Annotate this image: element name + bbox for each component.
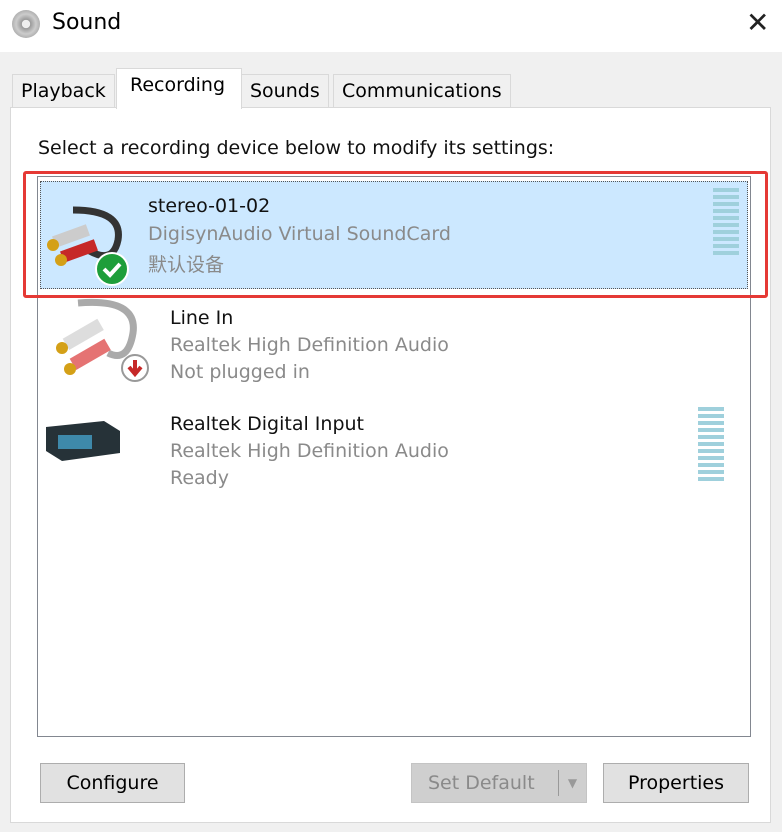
tab-playback[interactable]: Playback — [12, 74, 115, 108]
highlight-box — [23, 171, 768, 298]
tab-sounds[interactable]: Sounds — [241, 74, 329, 108]
chevron-down-icon[interactable]: ▼ — [558, 770, 586, 796]
device-name: Realtek Digital Input — [170, 413, 364, 435]
device-driver: Realtek High Definition Audio — [170, 440, 449, 462]
set-default-button[interactable]: Set Default ▼ — [411, 763, 587, 803]
speaker-icon — [12, 10, 40, 38]
device-status: Ready — [170, 467, 229, 489]
device-status: Not plugged in — [170, 361, 310, 383]
tab-communications[interactable]: Communications — [333, 74, 511, 108]
device-name: Line In — [170, 307, 234, 329]
device-driver: Realtek High Definition Audio — [170, 334, 449, 356]
device-item-line-in[interactable]: Line In Realtek High Definition Audio No… — [40, 289, 748, 397]
configure-button[interactable]: Configure — [40, 763, 185, 803]
level-meter — [698, 407, 724, 484]
properties-button[interactable]: Properties — [603, 763, 749, 803]
instruction-text: Select a recording device below to modif… — [38, 137, 555, 159]
tab-recording[interactable]: Recording — [116, 68, 242, 109]
device-item-digital-input[interactable]: Realtek Digital Input Realtek High Defin… — [40, 397, 748, 505]
window-title: Sound — [52, 10, 122, 35]
digital-receiver-icon — [46, 421, 120, 461]
unplugged-icon — [121, 354, 149, 382]
close-button[interactable]: ✕ — [746, 6, 769, 39]
set-default-label: Set Default — [428, 772, 535, 794]
title-bar: Sound ✕ — [0, 0, 782, 52]
